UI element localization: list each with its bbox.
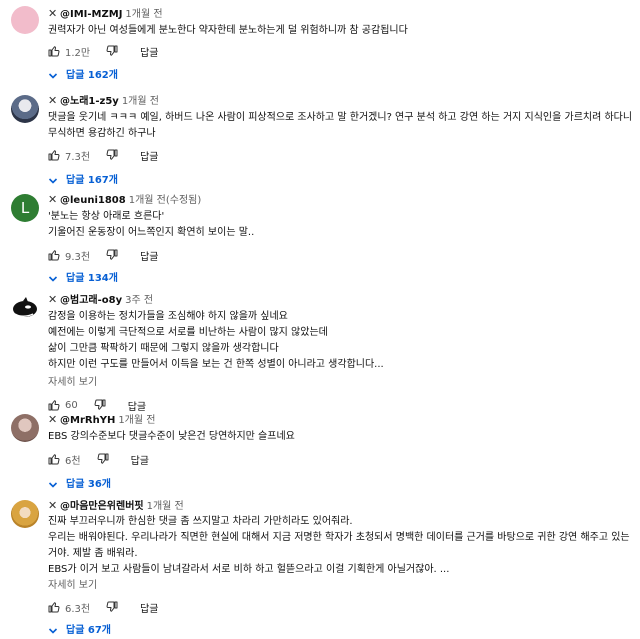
author-handle[interactable]: @IMI-MZMJ <box>60 9 122 20</box>
chevron-down-icon <box>48 276 58 282</box>
like-count: 9.3천 <box>65 251 91 263</box>
view-replies-button[interactable]: 답글 36개 <box>48 477 634 493</box>
avatar[interactable] <box>11 500 39 528</box>
like-count: 6천 <box>65 455 81 467</box>
thumbs-down-icon[interactable] <box>106 45 118 57</box>
comment-text: 감정을 이용하는 정치가들을 조심해야 하지 않을까 싶네요 <box>48 311 288 322</box>
author-handle[interactable]: @MrRhYH <box>60 415 115 426</box>
thumbs-up-icon[interactable] <box>48 249 60 261</box>
view-replies-button[interactable]: 답글 134개 <box>48 271 634 287</box>
comment-text: EBS 강의수준보다 댓글수준이 낮은건 당연하지만 슬프네요 <box>48 431 295 442</box>
read-more-link[interactable]: 자세히 보기 <box>48 375 634 391</box>
comment-text: 우리는 배워야된다. 우리나라가 직면한 현실에 대해서 지금 저명한 학자가 … <box>48 532 630 559</box>
like-count: 60 <box>65 399 78 411</box>
comment-actions: 9.3천 답글 <box>48 245 634 265</box>
reply-button[interactable]: 답글 <box>131 452 149 467</box>
comment-text: '분노는 항상 아래로 흐른다' <box>48 211 165 222</box>
comment-header: ✕ @마음만은위렌버핏 1개월 전 <box>48 498 634 513</box>
comment-header: ✕ @MrRhYH 1개월 전 <box>48 412 634 427</box>
author-handle[interactable]: @마음만은위렌버핏 <box>60 501 144 512</box>
comment-header: ✕ @IMI-MZMJ 1개월 전 <box>48 6 634 21</box>
comment-text: 예전에는 이렇게 극단적으로 서로를 비난하는 사람이 많지 않았는데 <box>48 327 328 338</box>
comment-actions: 6.3천 답글 <box>48 597 634 617</box>
thumbs-up-icon[interactable] <box>48 453 60 465</box>
comment-time: 1개월 전 <box>146 501 184 512</box>
author-handle[interactable]: @범고래-o8y <box>60 295 122 306</box>
comment-time: 1개월 전(수정됨) <box>128 195 202 206</box>
thumbs-up-icon[interactable] <box>48 601 60 613</box>
avatar[interactable] <box>11 6 39 34</box>
comment-header: ✕ @노래1-z5y 1개월 전 <box>48 93 634 108</box>
comment-text: 삶이 그만큼 팍팍하기 때문에 그렇지 않을까 생각합니다 <box>48 343 279 354</box>
read-more-link[interactable]: 자세히 보기 <box>48 578 634 594</box>
comment-time: 3주 전 <box>125 295 154 306</box>
close-icon: ✕ <box>48 193 58 206</box>
close-icon: ✕ <box>48 7 58 20</box>
comment-time: 1개월 전 <box>118 415 156 426</box>
comment-text: 댓글을 웃기네 ㅋㅋㅋ 예일, 하버드 나온 사람이 피상적으로 조사하고 말 … <box>48 112 633 139</box>
orca-icon <box>13 297 37 317</box>
comment-actions: 7.3천 답글 <box>48 145 634 165</box>
comment-actions: 1.2만 답글 <box>48 41 634 61</box>
comment-text: 권력자가 아닌 여성들에게 분노한다 약자한테 분노하는게 덜 위험하니까 참 … <box>48 25 408 36</box>
comment-header: ✕ @범고래-o8y 3주 전 <box>48 292 634 307</box>
thumbs-down-icon[interactable] <box>97 453 109 465</box>
comment-actions: 6천 답글 <box>48 449 634 469</box>
thumbs-down-icon[interactable] <box>106 249 118 261</box>
author-handle[interactable]: @leuni1808 <box>60 195 126 206</box>
view-replies-button[interactable]: 답글 67개 <box>48 623 634 639</box>
thumbs-up-icon[interactable] <box>48 399 60 411</box>
reply-button[interactable]: 답글 <box>140 148 158 163</box>
close-icon: ✕ <box>48 413 58 426</box>
view-replies-button[interactable]: 답글 162개 <box>48 68 634 84</box>
reply-button[interactable]: 답글 <box>140 600 158 615</box>
comment-time: 1개월 전 <box>121 96 159 107</box>
avatar[interactable]: L <box>11 194 39 222</box>
like-count: 6.3천 <box>65 603 91 615</box>
replies-label: 답글 36개 <box>66 479 111 490</box>
view-replies-button[interactable]: 답글 167개 <box>48 173 634 189</box>
thumbs-up-icon[interactable] <box>48 149 60 161</box>
avatar[interactable] <box>11 294 39 322</box>
thumbs-down-icon[interactable] <box>106 149 118 161</box>
replies-label: 답글 162개 <box>66 70 118 81</box>
comment-text: 진짜 부끄러우니까 한심한 댓글 좀 쓰지말고 차라리 가만히라도 있어줘라. <box>48 516 353 527</box>
thumbs-up-icon[interactable] <box>48 45 60 57</box>
like-count: 7.3천 <box>65 151 91 163</box>
avatar[interactable] <box>11 95 39 123</box>
close-icon: ✕ <box>48 293 58 306</box>
chevron-down-icon <box>48 73 58 79</box>
avatar[interactable] <box>11 414 39 442</box>
thumbs-down-icon[interactable] <box>94 399 106 411</box>
comment-time: 1개월 전 <box>125 9 163 20</box>
replies-label: 답글 167개 <box>66 175 118 186</box>
comment-text: 하지만 이런 구도를 만들어서 이득을 보는 건 한쪽 성별이 아니라고 생각합… <box>48 359 384 370</box>
comment-text: 기울어진 운동장이 어느쪽인지 확연히 보이는 말.. <box>48 227 255 238</box>
reply-button[interactable]: 답글 <box>140 248 158 263</box>
thumbs-down-icon[interactable] <box>106 601 118 613</box>
like-count: 1.2만 <box>65 47 91 59</box>
author-handle[interactable]: @노래1-z5y <box>60 96 119 107</box>
close-icon: ✕ <box>48 499 58 512</box>
comment-header: ✕ @leuni1808 1개월 전(수정됨) <box>48 192 634 207</box>
chevron-down-icon <box>48 482 58 488</box>
close-icon: ✕ <box>48 94 58 107</box>
comment-text: EBS가 이거 보고 사람들이 남녀갈라서 서로 비하 하고 헐뜯으라고 이걸 … <box>48 564 450 575</box>
replies-label: 답글 67개 <box>66 625 111 636</box>
reply-button[interactable]: 답글 <box>128 398 146 413</box>
chevron-down-icon <box>48 178 58 184</box>
reply-button[interactable]: 답글 <box>140 44 158 59</box>
replies-label: 답글 134개 <box>66 273 118 284</box>
